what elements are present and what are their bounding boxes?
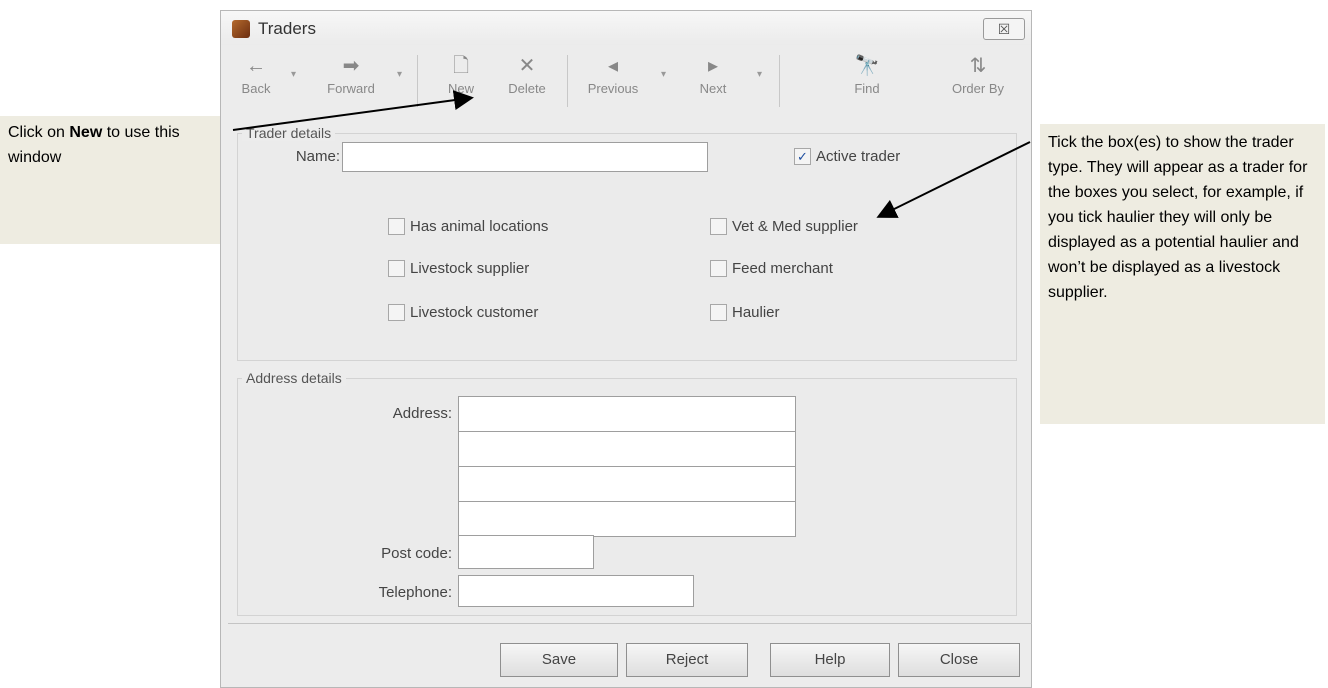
sort-icon: ⇅ — [969, 55, 987, 77]
forward-dropdown-icon[interactable]: ▾ — [397, 69, 402, 80]
app-icon — [232, 20, 250, 38]
active-trader-checkbox[interactable]: ✓ — [794, 148, 811, 165]
name-input[interactable] — [342, 142, 708, 172]
delete-x-icon: ✕ — [518, 55, 536, 77]
back-arrow-icon: ← — [246, 55, 266, 77]
help-button[interactable]: Help — [770, 643, 890, 677]
forward-button[interactable]: ➡ Forward — [309, 51, 393, 111]
address-line-3-input[interactable] — [458, 466, 796, 502]
postcode-input[interactable] — [458, 535, 594, 569]
new-document-icon: 🗋 — [452, 55, 470, 77]
address-label: Address: — [392, 405, 452, 422]
address-details-title: Address details — [242, 370, 346, 386]
has-animal-locations-label: Has animal locations — [410, 218, 549, 235]
telephone-label: Telephone: — [378, 584, 452, 601]
livestock-customer-label: Livestock customer — [410, 304, 539, 321]
callout-left-bold: New — [69, 124, 103, 141]
address-line-4-input[interactable] — [458, 501, 796, 537]
postcode-label: Post code: — [381, 545, 452, 562]
previous-dropdown-icon[interactable]: ▾ — [661, 69, 666, 80]
livestock-customer-checkbox[interactable] — [388, 304, 405, 321]
window-close-button[interactable]: ☒ — [983, 18, 1025, 40]
next-dropdown-icon[interactable]: ▾ — [757, 69, 762, 80]
back-label: Back — [241, 81, 271, 96]
new-button[interactable]: 🗋 New — [433, 51, 489, 111]
find-label: Find — [854, 81, 880, 96]
previous-button[interactable]: ◂ Previous — [573, 51, 653, 111]
previous-label: Previous — [587, 81, 639, 96]
callout-new-instruction: Click on New to use this window — [0, 116, 222, 244]
traders-window: Traders ☒ ← Back ▾ ➡ Forward ▾ 🗋 New ✕ D… — [220, 10, 1032, 688]
callout-trader-type-instruction: Tick the box(es) to show the trader type… — [1040, 124, 1325, 424]
delete-button[interactable]: ✕ Delete — [495, 51, 559, 111]
trader-details-group: Trader details Name: ✓ Active trader Has… — [237, 125, 1017, 361]
livestock-supplier-label: Livestock supplier — [410, 260, 530, 277]
save-button[interactable]: Save — [500, 643, 618, 677]
back-dropdown-icon[interactable]: ▾ — [291, 69, 296, 80]
previous-arrow-icon: ◂ — [607, 55, 619, 77]
callout-left-prefix: Click on — [8, 124, 70, 141]
find-button[interactable]: 🔭 Find — [837, 51, 897, 111]
has-animal-locations-checkbox[interactable] — [388, 218, 405, 235]
delete-label: Delete — [508, 81, 546, 96]
name-label: Name: — [295, 148, 340, 165]
vet-med-supplier-label: Vet & Med supplier — [732, 218, 858, 235]
haulier-checkbox[interactable] — [710, 304, 727, 321]
button-divider — [228, 623, 1032, 624]
next-arrow-icon: ▸ — [707, 55, 719, 77]
next-button[interactable]: ▸ Next — [683, 51, 743, 111]
address-line-2-input[interactable] — [458, 431, 796, 467]
vet-med-supplier-checkbox[interactable] — [710, 218, 727, 235]
trader-details-title: Trader details — [242, 125, 336, 141]
telephone-input[interactable] — [458, 575, 694, 607]
order-by-label: Order By — [951, 81, 1004, 96]
toolbar-separator — [567, 55, 568, 107]
reject-button[interactable]: Reject — [626, 643, 748, 677]
forward-arrow-icon: ➡ — [342, 55, 360, 77]
haulier-label: Haulier — [732, 304, 780, 321]
toolbar: ← Back ▾ ➡ Forward ▾ 🗋 New ✕ Delete ◂ Pr… — [221, 47, 1031, 117]
window-title: Traders — [258, 19, 316, 38]
binoculars-icon: 🔭 — [854, 55, 880, 77]
next-label: Next — [699, 81, 727, 96]
close-button[interactable]: Close — [898, 643, 1020, 677]
livestock-supplier-checkbox[interactable] — [388, 260, 405, 277]
feed-merchant-checkbox[interactable] — [710, 260, 727, 277]
address-details-group: Address details Address: Post code: Tele… — [237, 370, 1017, 616]
active-trader-label: Active trader — [816, 148, 901, 165]
feed-merchant-label: Feed merchant — [732, 260, 833, 277]
title-bar: Traders ☒ — [221, 11, 1031, 45]
back-button[interactable]: ← Back — [221, 51, 291, 111]
forward-label: Forward — [327, 81, 375, 96]
toolbar-separator — [779, 55, 780, 107]
toolbar-separator — [417, 55, 418, 107]
new-label: New — [447, 81, 474, 96]
order-by-button[interactable]: ⇅ Order By — [933, 51, 1023, 111]
address-line-1-input[interactable] — [458, 396, 796, 432]
